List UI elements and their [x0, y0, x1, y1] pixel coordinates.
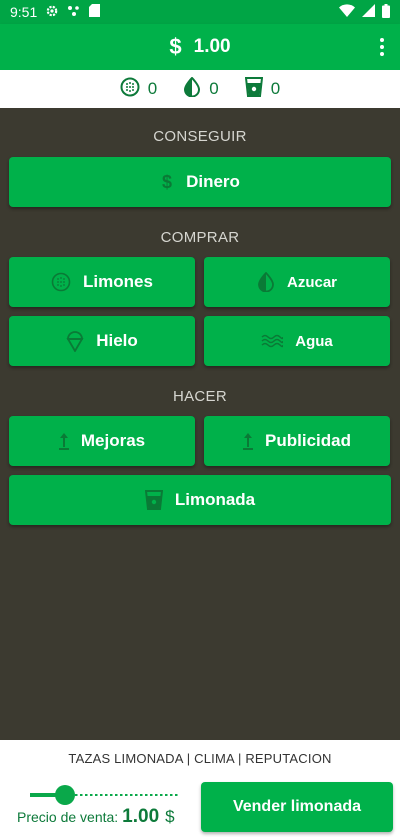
section-buy-title: COMPRAR: [160, 229, 240, 246]
limonada-label: Limonada: [174, 490, 256, 509]
arrow-up-icon: [58, 432, 69, 450]
money-value: 1.00: [193, 36, 231, 57]
cup-icon: [144, 490, 163, 510]
dinero-label: Dinero: [186, 172, 240, 191]
dollar-icon: $: [160, 172, 174, 192]
publicidad-button[interactable]: Publicidad: [204, 416, 390, 466]
main-panel: CONSEGUIR $ Dinero COMPRAR Limones Azuca…: [0, 108, 400, 740]
limones-label: Limones: [83, 272, 153, 291]
mejoras-label: Mejoras: [80, 431, 146, 450]
azucar-label: Azucar: [286, 273, 338, 291]
azucar-button[interactable]: Azucar: [204, 257, 390, 307]
hielo-label: Hielo: [96, 331, 138, 350]
section-make-title: HACER: [172, 388, 227, 405]
price-currency: $: [165, 807, 175, 826]
battery-icon: [382, 3, 390, 21]
inventory-bar: 0 0 0: [0, 70, 400, 108]
wifi-icon: [339, 4, 355, 20]
money-display: $ 1.00: [169, 34, 230, 60]
gear-icon: [45, 4, 59, 21]
sd-card-icon: [89, 4, 101, 20]
ice-cream-icon: [66, 330, 84, 352]
inventory-cups: 0: [244, 76, 281, 102]
signal-icon: [362, 4, 375, 20]
sell-lemonade-button[interactable]: Vender limonada: [201, 782, 393, 832]
cup-icon: [244, 76, 263, 102]
more-vert-icon[interactable]: [380, 38, 384, 56]
price-slider[interactable]: [30, 785, 178, 805]
limones-button[interactable]: Limones: [9, 257, 195, 307]
publicidad-label: Publicidad: [265, 431, 351, 450]
price-label: Precio de venta:: [17, 809, 119, 825]
stats-headline: TAZAS LIMONADA | CLIMA | REPUTACION: [68, 751, 332, 766]
mejoras-button[interactable]: Mejoras: [9, 416, 195, 466]
inventory-sugar-value: 0: [209, 79, 219, 98]
svg-text:$: $: [162, 172, 172, 192]
inventory-lemons: 0: [120, 77, 157, 102]
lemon-icon: [120, 77, 140, 102]
slider-thumb[interactable]: [55, 785, 75, 805]
hielo-button[interactable]: Hielo: [9, 316, 195, 366]
inventory-cups-value: 0: [270, 79, 281, 98]
dinero-button[interactable]: $ Dinero: [9, 157, 391, 207]
lemon-icon: [51, 272, 71, 292]
limonada-button[interactable]: Limonada: [9, 475, 391, 525]
waves-icon: [261, 334, 284, 348]
arrow-up-icon: [243, 432, 254, 450]
price-value: 1.00: [122, 806, 160, 827]
inventory-sugar: 0: [183, 76, 219, 102]
section-get-title: CONSEGUIR: [153, 128, 247, 145]
app-bar: $ 1.00: [0, 24, 400, 70]
status-bar: 9:51: [0, 0, 400, 24]
sale-price: Precio de venta: 1.00 $: [17, 806, 175, 828]
currency-symbol: $: [169, 34, 182, 59]
sugar-drop-icon: [257, 272, 275, 292]
agua-button[interactable]: Agua: [204, 316, 390, 366]
sugar-drop-icon: [183, 76, 201, 102]
agua-label: Agua: [295, 332, 333, 350]
network-dots-icon: [67, 4, 81, 20]
inventory-lemons-value: 0: [147, 79, 158, 98]
status-time: 9:51: [10, 4, 38, 20]
